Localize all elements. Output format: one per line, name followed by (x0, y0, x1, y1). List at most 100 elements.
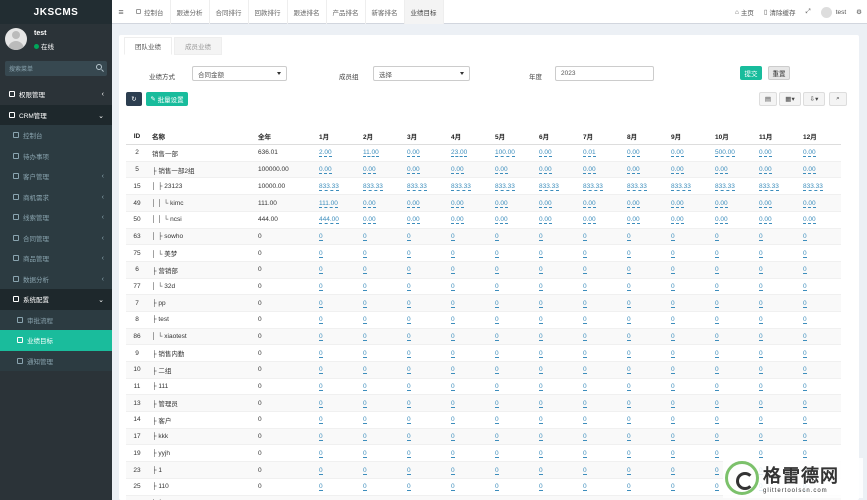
cell-month[interactable]: 0 (711, 427, 755, 445)
cell-month[interactable]: 0 (447, 394, 491, 412)
cell-month[interactable]: 0 (447, 244, 491, 262)
editable-value-link[interactable]: 0 (319, 249, 323, 258)
editable-value-link[interactable]: 833.33 (583, 182, 603, 191)
editable-value-link[interactable]: 100.00 (495, 149, 515, 158)
editable-value-link[interactable]: 0.00 (363, 166, 376, 175)
editable-value-link[interactable]: 0 (407, 333, 411, 341)
editable-value-link[interactable]: 0 (319, 399, 323, 408)
cell-month[interactable]: 0 (755, 294, 799, 312)
editable-value-link[interactable]: 0 (715, 316, 719, 325)
cell-month[interactable]: 0 (579, 494, 623, 500)
cell-month[interactable]: 0 (579, 344, 623, 362)
editable-value-link[interactable]: 0 (671, 316, 675, 325)
editable-value-link[interactable]: 0 (715, 232, 719, 241)
cell-month[interactable]: 0 (799, 377, 841, 395)
cell-month[interactable]: 0 (359, 461, 403, 479)
editable-value-link[interactable]: 0 (407, 349, 411, 358)
editable-value-link[interactable]: 0 (671, 399, 675, 408)
cell-month[interactable]: 0 (711, 361, 755, 379)
editable-value-link[interactable]: 0.00 (671, 199, 684, 208)
editable-value-link[interactable]: 0 (539, 483, 543, 492)
cell-month[interactable]: 0 (579, 227, 623, 245)
col-header-month[interactable]: 10月 (711, 128, 755, 146)
editable-value-link[interactable]: 0 (495, 449, 499, 458)
cell-month[interactable]: 0 (447, 260, 491, 279)
batch-settings-button[interactable]: ✎ 批量设置 (146, 92, 188, 106)
editable-value-link[interactable]: 0 (363, 349, 367, 358)
cell-month[interactable]: 0 (799, 294, 841, 312)
editable-value-link[interactable]: 0.00 (803, 166, 816, 175)
editable-value-link[interactable]: 0 (583, 483, 587, 492)
editable-value-link[interactable]: 0 (671, 366, 675, 375)
cell-month[interactable]: 0 (711, 394, 755, 412)
editable-value-link[interactable]: 0 (803, 433, 807, 442)
editable-value-link[interactable]: 0.00 (759, 199, 772, 208)
cell-month[interactable]: 0 (755, 427, 799, 445)
cell-month[interactable]: 0 (447, 477, 491, 496)
editable-value-link[interactable]: 0 (407, 449, 411, 458)
cell-month[interactable]: 0 (491, 444, 535, 462)
editable-value-link[interactable]: 0 (803, 333, 807, 341)
cell-month[interactable]: 0 (315, 344, 359, 362)
sidebar-item-opportunities[interactable]: 商机需求 ‹ (0, 186, 112, 207)
editable-value-link[interactable]: 0.00 (759, 216, 772, 225)
cell-month[interactable]: 444.00 (315, 210, 359, 229)
editable-value-link[interactable]: 0 (627, 399, 631, 408)
editable-value-link[interactable]: 0.00 (671, 166, 684, 175)
cell-month[interactable]: 0 (667, 411, 711, 429)
editable-value-link[interactable]: 0 (583, 333, 587, 341)
cell-month[interactable]: 0.00 (667, 210, 711, 229)
editable-value-link[interactable]: 0.00 (539, 216, 552, 225)
editable-value-link[interactable]: 0 (715, 399, 719, 408)
cell-month[interactable]: 0 (667, 294, 711, 312)
nav-tab-new-customer-ranking[interactable]: 新客排名 (366, 0, 405, 24)
cell-month[interactable]: 0.00 (667, 160, 711, 178)
cell-month[interactable]: 0 (623, 411, 667, 429)
editable-value-link[interactable]: 0.00 (715, 199, 728, 208)
editable-value-link[interactable]: 0 (363, 366, 367, 375)
cell-month[interactable]: 0 (447, 411, 491, 429)
editable-value-link[interactable]: 0 (451, 299, 455, 308)
cell-month[interactable]: 0 (579, 377, 623, 395)
editable-value-link[interactable]: 0 (495, 383, 499, 392)
col-header-month[interactable]: 3月 (403, 128, 447, 146)
sidebar-item-permissions[interactable]: 权限管理 ‹ (0, 84, 112, 105)
cell-month[interactable]: 0 (535, 294, 579, 312)
editable-value-link[interactable]: 0 (495, 466, 499, 475)
editable-value-link[interactable]: 0 (759, 449, 763, 458)
cell-month[interactable]: 0 (403, 344, 447, 362)
cell-month[interactable]: 0 (623, 477, 667, 496)
editable-value-link[interactable]: 0 (803, 282, 807, 291)
cell-month[interactable]: 0 (447, 461, 491, 479)
editable-value-link[interactable]: 0 (319, 466, 323, 475)
submit-button[interactable]: 提交 (740, 66, 762, 80)
editable-value-link[interactable]: 0 (363, 416, 367, 425)
editable-value-link[interactable]: 0 (803, 316, 807, 325)
cell-month[interactable]: 0 (491, 294, 535, 312)
cell-month[interactable]: 0 (579, 310, 623, 329)
editable-value-link[interactable]: 833.33 (451, 182, 471, 191)
cell-month[interactable]: 833.33 (447, 177, 491, 195)
cell-month[interactable]: 0 (799, 260, 841, 279)
editable-value-link[interactable]: 0 (363, 483, 367, 492)
cell-month[interactable]: 0 (799, 244, 841, 262)
cell-month[interactable]: 0.00 (799, 194, 841, 212)
editable-value-link[interactable]: 0.00 (583, 199, 596, 208)
cell-month[interactable]: 0.00 (667, 194, 711, 212)
editable-value-link[interactable]: 0 (803, 416, 807, 425)
editable-value-link[interactable]: 0 (407, 249, 411, 258)
editable-value-link[interactable]: 833.33 (759, 182, 779, 191)
col-header-month[interactable]: 9月 (667, 128, 711, 146)
cell-month[interactable]: 0 (315, 411, 359, 429)
cell-month[interactable]: 0 (535, 277, 579, 295)
editable-value-link[interactable]: 0 (407, 266, 411, 275)
editable-value-link[interactable]: 0 (451, 449, 455, 458)
editable-value-link[interactable]: 0 (627, 333, 631, 341)
editable-value-link[interactable]: 0.00 (319, 166, 332, 175)
cell-month[interactable]: 0 (623, 394, 667, 412)
cell-month[interactable]: 0 (755, 394, 799, 412)
fullscreen-button[interactable]: ⤢ (800, 8, 815, 16)
sidebar-item-leads[interactable]: 线索管理 ‹ (0, 207, 112, 228)
cell-month[interactable]: 0.01 (579, 144, 623, 162)
nav-tab-dashboard[interactable]: 控制台 (130, 0, 171, 24)
